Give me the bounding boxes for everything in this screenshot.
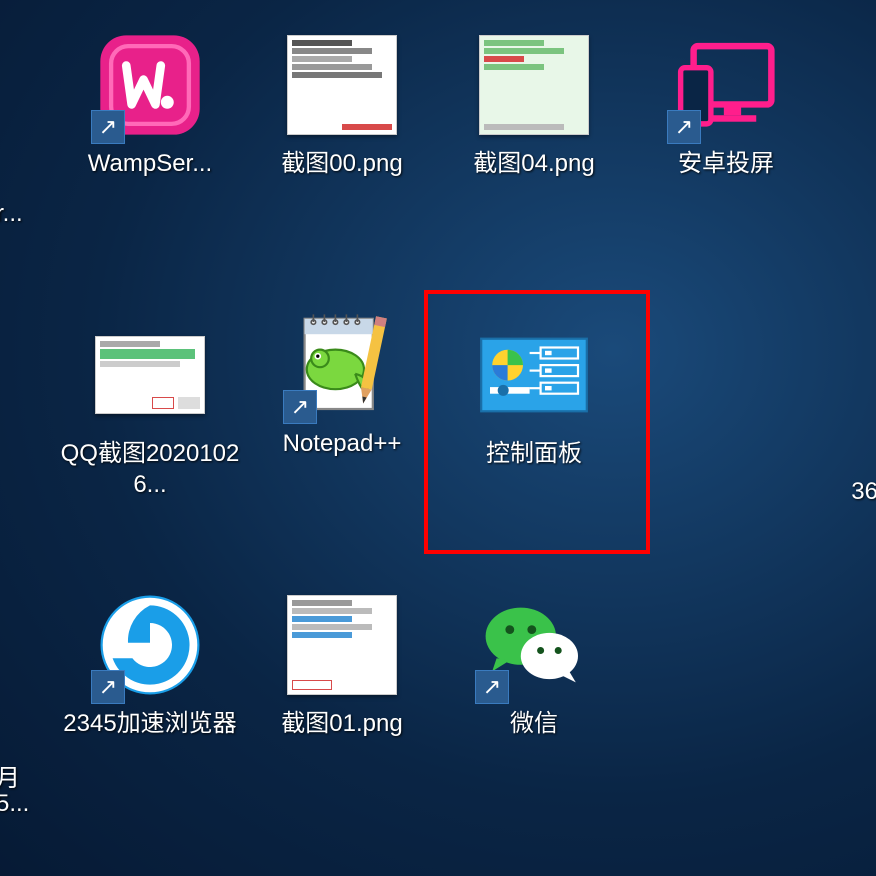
- desktop[interactable]: ↗ WampSer... 截图00.png: [0, 0, 876, 876]
- notepadpp-icon: ↗: [287, 310, 397, 420]
- icon-label: QQ截图20201026...: [60, 438, 240, 500]
- shortcut-arrow-icon: ↗: [667, 110, 701, 144]
- icon-qq-screenshot[interactable]: QQ截图20201026...: [60, 320, 240, 500]
- shortcut-arrow-icon: ↗: [91, 670, 125, 704]
- icon-label: 控制面板: [444, 438, 624, 469]
- partial-icon-label: r...: [0, 200, 23, 228]
- icon-notepadpp[interactable]: ↗ Notepad++: [252, 310, 432, 459]
- image-file-icon: [479, 30, 589, 140]
- android-cast-icon: ↗: [671, 30, 781, 140]
- shortcut-arrow-icon: ↗: [91, 110, 125, 144]
- icon-label: WampSer...: [60, 148, 240, 179]
- icon-screenshot04[interactable]: 截图04.png: [444, 30, 624, 179]
- wechat-icon: ↗: [479, 590, 589, 700]
- partial-icon-label: 5...: [0, 790, 29, 818]
- icon-screenshot00[interactable]: 截图00.png: [252, 30, 432, 179]
- icon-label: 截图00.png: [252, 148, 432, 179]
- image-file-icon: [287, 30, 397, 140]
- wamp-icon: ↗: [95, 30, 205, 140]
- icon-2345-browser[interactable]: ↗ 2345加速浏览器: [60, 590, 240, 739]
- icon-label: 截图01.png: [252, 708, 432, 739]
- image-file-icon: [95, 320, 205, 430]
- icon-screenshot01[interactable]: 截图01.png: [252, 590, 432, 739]
- icon-android-cast[interactable]: ↗ 安卓投屏: [636, 30, 816, 179]
- icon-label: 截图04.png: [444, 148, 624, 179]
- browser-2345-icon: ↗: [95, 590, 205, 700]
- control-panel-icon: [479, 320, 589, 430]
- icon-label: 安卓投屏: [636, 148, 816, 179]
- icon-label: 微信: [444, 708, 624, 739]
- partial-icon-label: 月: [0, 758, 20, 793]
- icon-label: 2345加速浏览器: [60, 708, 240, 739]
- icon-control-panel[interactable]: 控制面板: [444, 320, 624, 469]
- icon-wechat[interactable]: ↗ 微信: [444, 590, 624, 739]
- image-file-icon: [287, 590, 397, 700]
- shortcut-arrow-icon: ↗: [475, 670, 509, 704]
- icon-label: Notepad++: [252, 428, 432, 459]
- shortcut-arrow-icon: ↗: [283, 390, 317, 424]
- icon-wampserver[interactable]: ↗ WampSer...: [60, 30, 240, 179]
- partial-icon-label: 36: [851, 478, 876, 506]
